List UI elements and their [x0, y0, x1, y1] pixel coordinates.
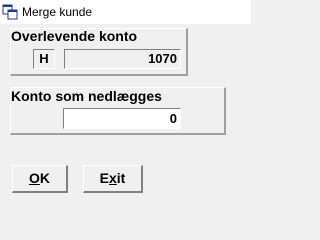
- merge-customer-dialog: Merge kunde Overlevende konto H 1070 Kon…: [0, 0, 251, 202]
- exit-label-prefix: E: [99, 170, 109, 186]
- ok-label-rest: K: [39, 170, 50, 186]
- title-bar: Merge kunde: [0, 0, 251, 24]
- exit-mnemonic: x: [108, 170, 117, 186]
- closing-account-number-field[interactable]: 0: [63, 108, 181, 129]
- exit-button[interactable]: Exit: [83, 165, 143, 193]
- surviving-account-number-field[interactable]: 1070: [64, 49, 181, 69]
- closing-account-label: Konto som nedlægges: [11, 88, 162, 104]
- window-title: Merge kunde: [22, 5, 93, 19]
- ok-mnemonic: O: [28, 170, 40, 186]
- ok-button[interactable]: OK: [12, 165, 68, 193]
- exit-label-rest: it: [116, 170, 126, 186]
- account-type-field[interactable]: H: [33, 49, 55, 69]
- surviving-account-label: Overlevende konto: [11, 28, 138, 44]
- app-window-icon: [2, 4, 18, 20]
